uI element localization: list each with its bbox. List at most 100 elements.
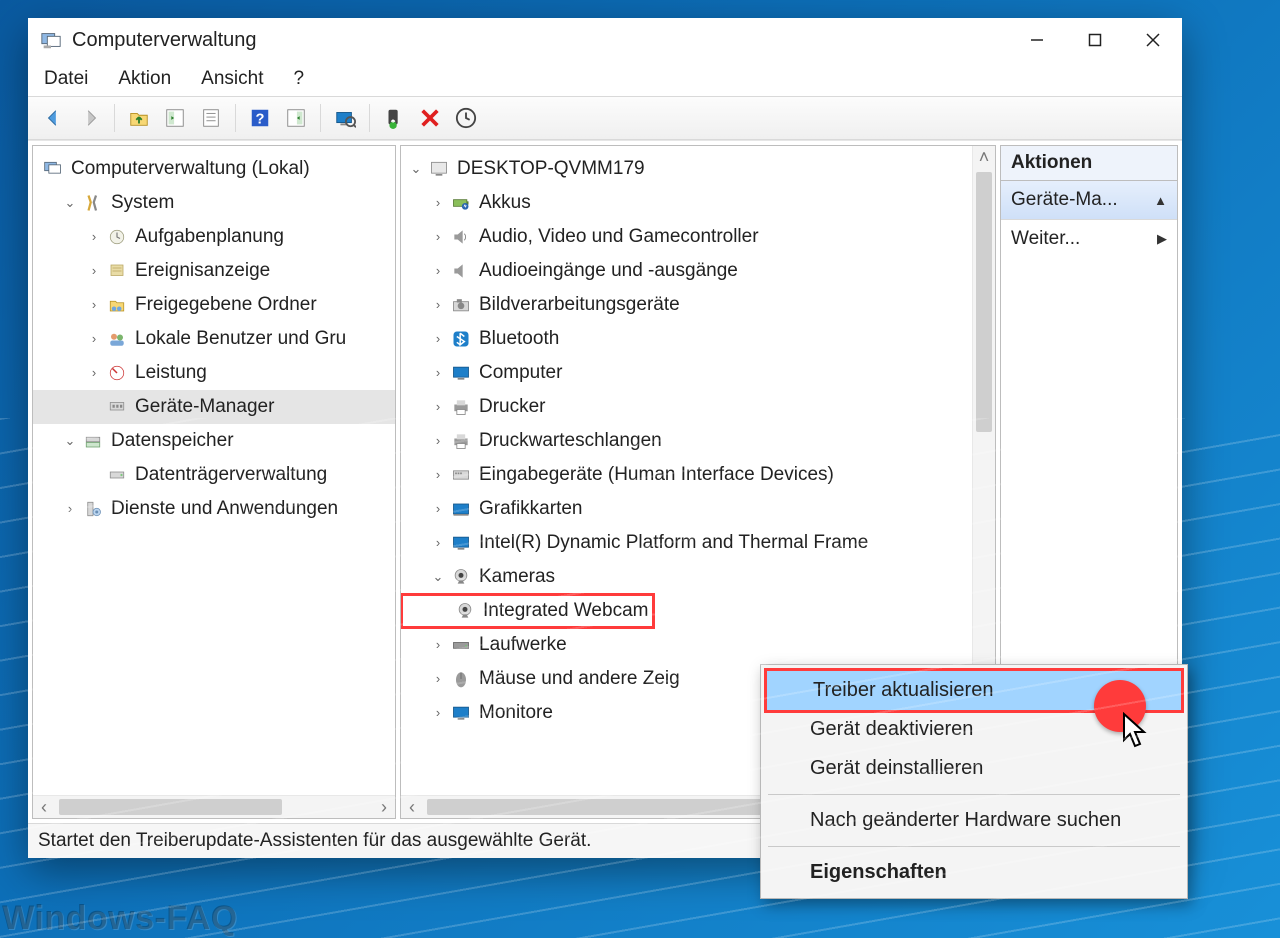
scan-hardware-icon[interactable] [329, 102, 361, 134]
disable-device-icon[interactable] [414, 102, 446, 134]
back-button[interactable] [38, 102, 70, 134]
maximize-button[interactable] [1066, 18, 1124, 62]
actions-category[interactable]: Geräte-Ma... ▲ [1001, 181, 1177, 220]
device-integrated-webcam[interactable]: Integrated Webcam [401, 594, 654, 628]
event-icon [105, 259, 129, 283]
monitor-icon [449, 531, 473, 555]
cat-audio-video[interactable]: ›Audio, Video und Gamecontroller [401, 220, 972, 254]
scroll-thumb[interactable] [976, 172, 992, 432]
speaker-icon [449, 259, 473, 283]
ctx-properties[interactable]: Eigenschaften [764, 853, 1184, 892]
actions-more[interactable]: Weiter... ▶ [1001, 220, 1177, 258]
forward-button[interactable] [74, 102, 106, 134]
tree-root[interactable]: Computerverwaltung (Lokal) [33, 152, 395, 186]
ctx-uninstall-device[interactable]: Gerät deinstallieren [764, 749, 1184, 788]
chevron-right-icon[interactable]: › [85, 288, 103, 322]
menu-help[interactable]: ? [291, 66, 306, 92]
scrollbar-horizontal[interactable]: ‹ › [33, 795, 395, 818]
ctx-disable-device[interactable]: Gerät deaktivieren [764, 710, 1184, 749]
folder-up-icon[interactable] [123, 102, 155, 134]
chevron-right-icon[interactable]: › [429, 696, 447, 730]
chevron-right-icon[interactable]: › [429, 424, 447, 458]
bluetooth-icon [449, 327, 473, 351]
cat-print-queues[interactable]: ›Druckwarteschlangen [401, 424, 972, 458]
chevron-right-icon[interactable]: › [429, 356, 447, 390]
chevron-right-icon[interactable]: › [429, 492, 447, 526]
chevron-right-icon[interactable]: › [429, 458, 447, 492]
ctx-update-driver[interactable]: Treiber aktualisieren [764, 668, 1184, 713]
chevron-right-icon[interactable]: › [429, 288, 447, 322]
scroll-left-icon[interactable]: ‹ [401, 797, 423, 818]
chevron-right-icon[interactable]: › [61, 492, 79, 526]
chevron-right-icon[interactable]: › [429, 220, 447, 254]
chevron-right-icon[interactable]: › [429, 526, 447, 560]
console-tree[interactable]: Computerverwaltung (Lokal) ⌄ System ›Auf… [33, 146, 395, 795]
cat-printers[interactable]: ›Drucker [401, 390, 972, 424]
cat-akkus[interactable]: ›Akkus [401, 186, 972, 220]
tree-task-scheduler[interactable]: ›Aufgabenplanung [33, 220, 395, 254]
cat-audio-io[interactable]: ›Audioeingänge und -ausgänge [401, 254, 972, 288]
chevron-right-icon[interactable]: › [429, 186, 447, 220]
cat-hid[interactable]: ›Eingabegeräte (Human Interface Devices) [401, 458, 972, 492]
tree-device-manager[interactable]: Geräte-Manager [33, 390, 395, 424]
cat-drives[interactable]: ›Laufwerke [401, 628, 972, 662]
show-hide-tree-icon[interactable] [159, 102, 191, 134]
tree-services[interactable]: ›Dienste und Anwendungen [33, 492, 395, 526]
chevron-right-icon[interactable]: › [429, 628, 447, 662]
cat-cameras[interactable]: ⌄Kameras [401, 560, 972, 594]
menu-datei[interactable]: Datei [42, 66, 90, 92]
chevron-right-icon[interactable]: › [85, 356, 103, 390]
chevron-down-icon[interactable]: ⌄ [407, 152, 425, 186]
close-button[interactable] [1124, 18, 1182, 62]
chevron-right-icon[interactable]: › [429, 254, 447, 288]
tree-disk-management[interactable]: Datenträgerverwaltung [33, 458, 395, 492]
action-pane-icon[interactable] [280, 102, 312, 134]
titlebar[interactable]: Computerverwaltung [28, 18, 1182, 62]
tree-system[interactable]: ⌄ System [33, 186, 395, 220]
update-driver-icon[interactable] [450, 102, 482, 134]
enable-device-icon[interactable] [378, 102, 410, 134]
collapse-icon[interactable]: ▲ [1154, 193, 1167, 208]
scroll-left-icon[interactable]: ‹ [33, 797, 55, 818]
device-root[interactable]: ⌄DESKTOP-QVMM179 [401, 152, 972, 186]
tree-shared-folders[interactable]: ›Freigegebene Ordner [33, 288, 395, 322]
cat-intel-dptf[interactable]: ›Intel(R) Dynamic Platform and Thermal F… [401, 526, 972, 560]
menu-ansicht[interactable]: Ansicht [199, 66, 265, 92]
chevron-right-icon[interactable]: › [429, 662, 447, 696]
chevron-right-icon[interactable]: › [429, 390, 447, 424]
menu-aktion[interactable]: Aktion [116, 66, 173, 92]
chevron-down-icon[interactable]: ⌄ [429, 560, 447, 594]
cat-imaging[interactable]: ›Bildverarbeitungsgeräte [401, 288, 972, 322]
chevron-right-icon[interactable]: › [429, 322, 447, 356]
chevron-down-icon[interactable]: ⌄ [61, 186, 79, 220]
chevron-right-icon[interactable]: › [85, 322, 103, 356]
drive-icon [449, 633, 473, 657]
performance-icon [105, 361, 129, 385]
users-icon [105, 327, 129, 351]
actions-header: Aktionen [1001, 146, 1177, 181]
device-manager-icon [105, 395, 129, 419]
chevron-down-icon[interactable]: ⌄ [61, 424, 79, 458]
tree-storage[interactable]: ⌄Datenspeicher [33, 424, 395, 458]
cat-computer[interactable]: ›Computer [401, 356, 972, 390]
minimize-button[interactable] [1008, 18, 1066, 62]
tree-event-viewer[interactable]: ›Ereignisanzeige [33, 254, 395, 288]
shared-folder-icon [105, 293, 129, 317]
chevron-right-icon[interactable]: › [85, 220, 103, 254]
scroll-right-icon[interactable]: › [373, 797, 395, 818]
properties-icon[interactable] [195, 102, 227, 134]
monitor-icon [449, 361, 473, 385]
tree-performance[interactable]: ›Leistung [33, 356, 395, 390]
cat-gpu[interactable]: ›Grafikkarten [401, 492, 972, 526]
ctx-scan-hardware[interactable]: Nach geänderter Hardware suchen [764, 801, 1184, 840]
tree-local-users[interactable]: ›Lokale Benutzer und Gru [33, 322, 395, 356]
help-icon[interactable]: ? [244, 102, 276, 134]
svg-text:?: ? [256, 112, 265, 128]
battery-icon [449, 191, 473, 215]
cat-bluetooth[interactable]: ›Bluetooth [401, 322, 972, 356]
status-text: Startet den Treiberupdate-Assistenten fü… [38, 830, 591, 852]
chevron-right-icon[interactable]: › [85, 254, 103, 288]
tools-icon [81, 191, 105, 215]
scroll-up-icon[interactable]: ˄ [973, 146, 995, 168]
toolbar: ? [28, 96, 1182, 140]
